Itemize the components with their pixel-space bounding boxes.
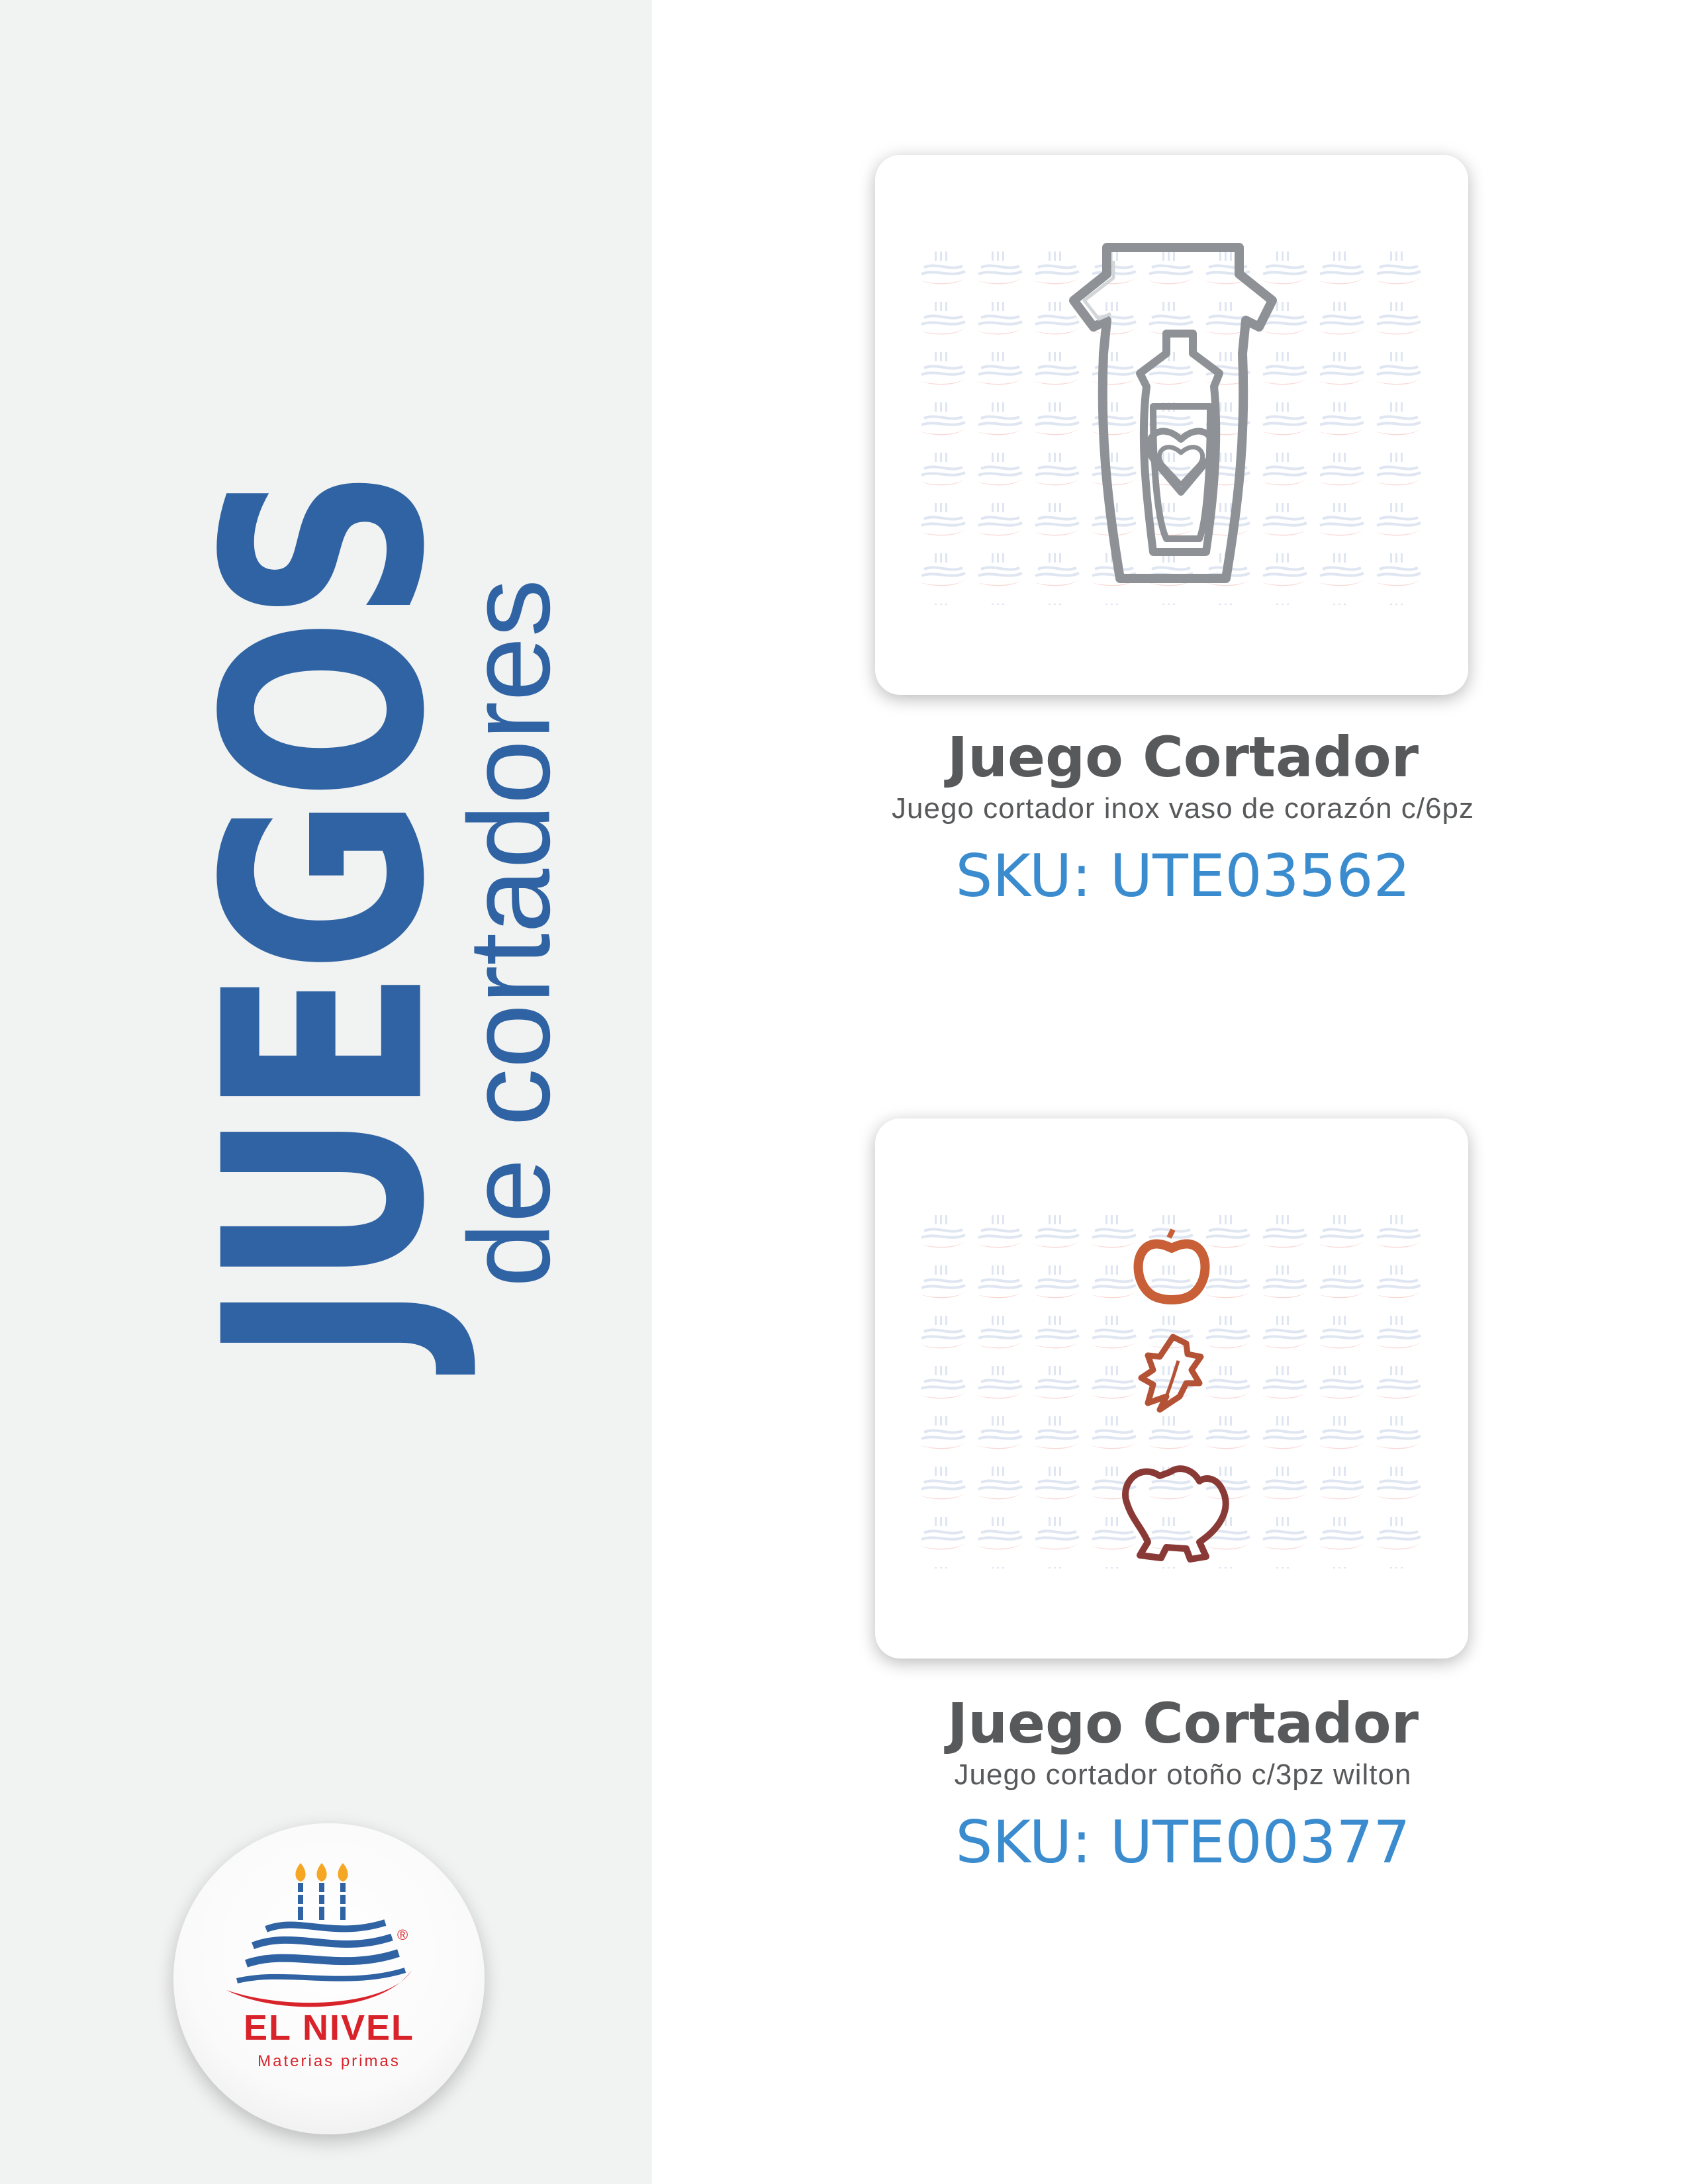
vertical-subtitle: de cortadores <box>445 579 575 1287</box>
product-title-2: Juego Cortador <box>947 1691 1419 1756</box>
title-sub: de cortadores <box>445 578 575 1288</box>
product-sku-1: SKU: UTE03562 <box>955 842 1411 910</box>
title-main: JUEGOS <box>165 471 485 1363</box>
svg-text:®: ® <box>397 1927 408 1943</box>
product-image-card-1[interactable] <box>875 155 1468 695</box>
product-title-1: Juego Cortador <box>947 725 1419 790</box>
stainless-cup-heart-cutter-icon <box>1069 243 1277 583</box>
brand-tagline: Materias primas <box>258 2052 400 2070</box>
product-description-1: Juego cortador inox vaso de corazón c/6p… <box>892 792 1474 825</box>
product-description-2: Juego cortador otoño c/3pz wilton <box>954 1758 1412 1791</box>
brand-logo: ® EL NIVEL Materias primas <box>173 1823 485 2134</box>
vertical-title: JUEGOS <box>166 422 485 1412</box>
product-image-card-2[interactable] <box>875 1118 1468 1659</box>
autumn-copper-cutter-icon <box>1122 1228 1229 1563</box>
brand-name: EL NIVEL <box>243 2008 415 2048</box>
cake-icon: ® <box>226 1863 412 2007</box>
product-sku-2: SKU: UTE00377 <box>955 1808 1411 1876</box>
